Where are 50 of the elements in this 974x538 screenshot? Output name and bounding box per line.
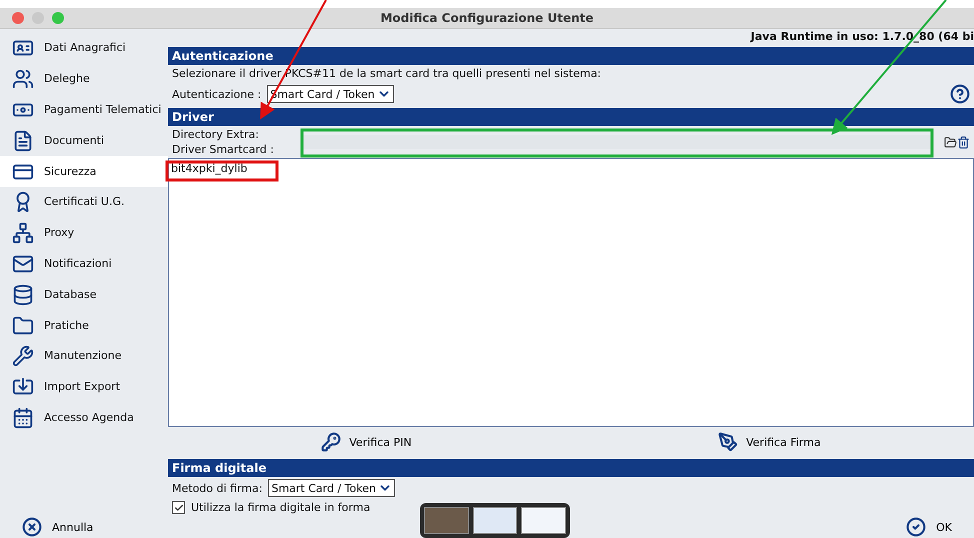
sidebar-item[interactable]: Notificazioni — [0, 248, 168, 280]
network-icon — [12, 222, 34, 244]
wrench-icon — [12, 345, 34, 368]
driver-list-item[interactable]: bit4xpki_dylib — [171, 162, 248, 175]
sidebar-item[interactable]: Manutenzione — [0, 340, 168, 372]
zoom-window-dot[interactable] — [52, 12, 64, 24]
users-icon — [12, 68, 34, 90]
database-icon — [12, 284, 34, 306]
sidebar-item[interactable]: Dati Anagrafici — [0, 33, 168, 64]
field-label: Driver Smartcard : — [172, 143, 275, 156]
sidebar-item[interactable]: Accesso Agenda — [0, 402, 168, 434]
help-icon[interactable] — [950, 84, 970, 104]
directory-field[interactable] — [302, 135, 932, 149]
description-text: Selezionare il driver PKCS#11 de la smart card tra quelli presenti nel sistema: — [172, 67, 602, 80]
close-window-dot[interactable] — [12, 12, 24, 24]
section-header: Autenticazione — [168, 47, 974, 65]
sidebar-item[interactable]: Deleghe — [0, 64, 168, 95]
sidebar-item[interactable]: Pagamenti Telematici — [0, 94, 168, 126]
window-thumbnail[interactable] — [472, 507, 518, 534]
cancel-button[interactable]: Annulla — [16, 516, 100, 538]
field-label: Metodo di firma: — [172, 482, 262, 494]
sidebar-item[interactable]: Sicurezza — [0, 156, 168, 187]
folder-icon — [12, 314, 34, 337]
verify-signature-button[interactable]: Verifica Firma — [712, 431, 827, 454]
checkbox-label: Utilizza la firma digitale in forma — [191, 501, 370, 514]
field-label: Directory Extra: — [172, 128, 260, 141]
pen-icon — [718, 432, 738, 452]
sidebar-item[interactable]: Import Export — [0, 372, 168, 403]
sidebar-item[interactable]: Certificati U.G. — [0, 186, 168, 218]
close-icon — [22, 517, 42, 537]
trash-icon[interactable] — [957, 136, 970, 148]
field-label: Autenticazione : — [172, 88, 262, 100]
window-title: Modifica Configurazione Utente — [380, 11, 594, 25]
signature-method-dropdown[interactable]: Smart Card / Token — [268, 479, 395, 497]
sidebar-item[interactable]: Database — [0, 279, 168, 310]
window-thumbnail[interactable] — [424, 507, 469, 534]
ok-button[interactable]: OK — [900, 516, 958, 538]
checkbox[interactable] — [172, 501, 185, 514]
verify-pin-button[interactable]: Verifica PIN — [315, 431, 418, 454]
sidebar-item[interactable]: Pratiche — [0, 310, 168, 341]
section-header: Firma digitale — [168, 459, 974, 477]
folder-icon[interactable] — [944, 136, 957, 148]
section-header: Driver — [168, 108, 974, 126]
document-icon — [12, 130, 34, 152]
key-icon — [321, 432, 342, 452]
sidebar-item[interactable]: Proxy — [0, 218, 168, 249]
sidebar-item[interactable]: Documenti — [0, 125, 168, 156]
window-thumbnail[interactable] — [521, 507, 566, 534]
check-icon — [906, 517, 926, 537]
calendar-icon — [12, 406, 34, 429]
